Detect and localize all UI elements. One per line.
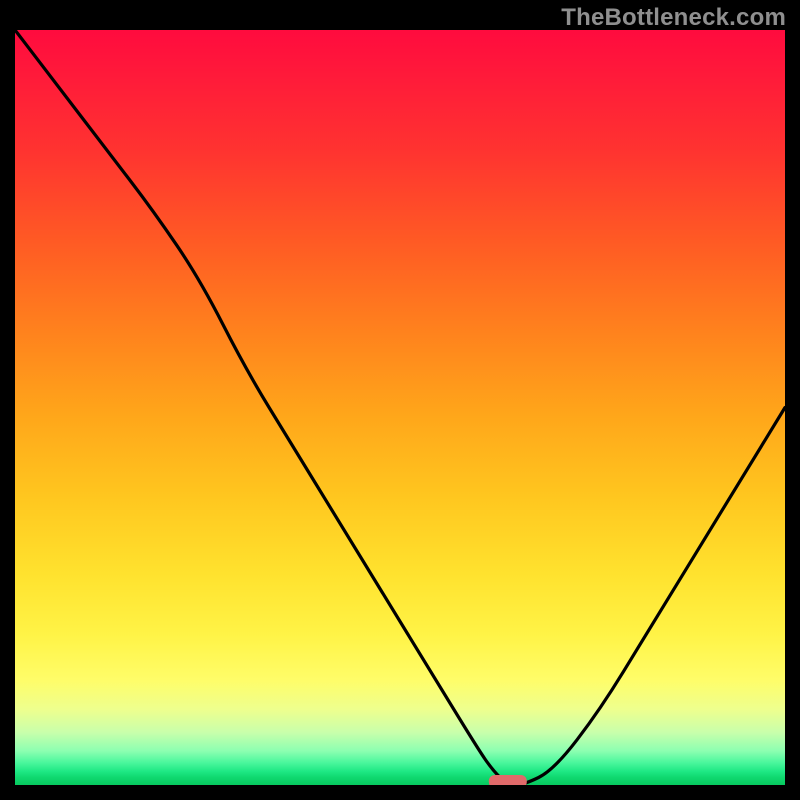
- curve-svg: [15, 30, 785, 785]
- chart-frame: TheBottleneck.com: [0, 0, 800, 800]
- watermark-text: TheBottleneck.com: [561, 4, 786, 32]
- plot-area: [15, 30, 785, 785]
- bottleneck-curve: [15, 30, 785, 785]
- optimum-marker: [489, 775, 527, 785]
